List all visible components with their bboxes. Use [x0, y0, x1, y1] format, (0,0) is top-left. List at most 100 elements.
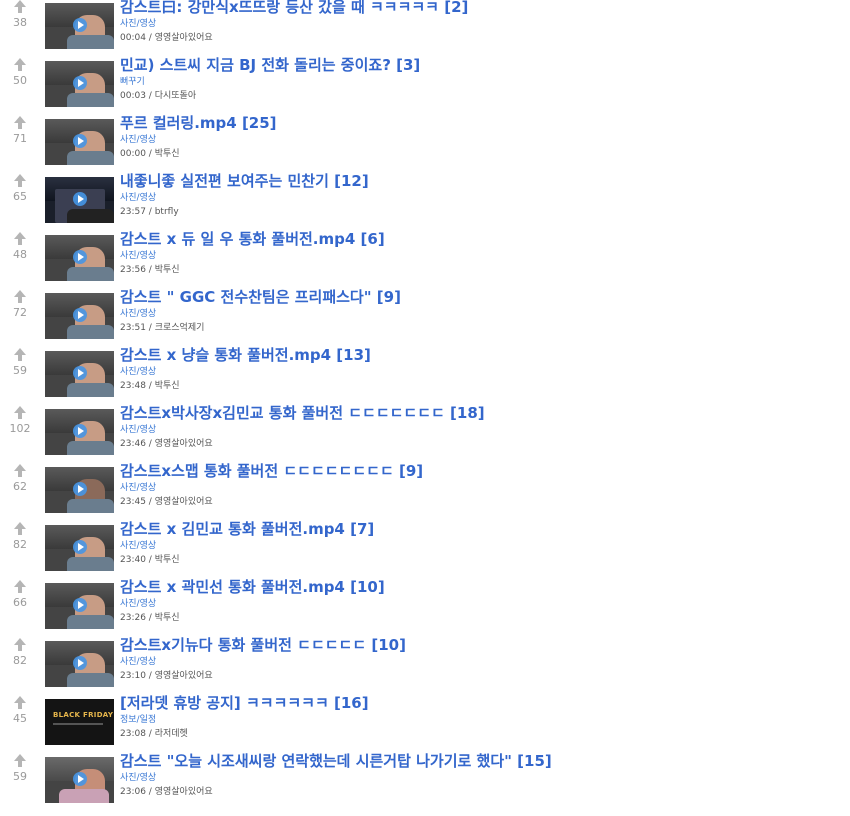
post-thumbnail[interactable]	[45, 61, 114, 107]
play-icon	[73, 192, 87, 206]
vote-box: 65	[8, 174, 32, 203]
list-item: 65 내좋니좋 실전편 보여주는 민찬기 [12] 사진/영상 23:57 / …	[0, 168, 850, 226]
post-thumbnail[interactable]	[45, 177, 114, 223]
post-thumbnail[interactable]	[45, 409, 114, 455]
post-title[interactable]: 감스트x기뉴다 통화 풀버전 ㄷㄷㄷㄷㄷ [10]	[120, 635, 406, 655]
post-title[interactable]: [저라뎃 휴방 공지] ㅋㅋㅋㅋㅋㅋ [16]	[120, 693, 369, 713]
post-author[interactable]: 박투신	[155, 613, 180, 623]
upvote-arrow-icon[interactable]	[8, 580, 32, 593]
upvote-arrow-icon[interactable]	[8, 406, 32, 419]
post-thumbnail[interactable]	[45, 583, 114, 629]
post-thumbnail[interactable]	[45, 757, 114, 803]
post-author[interactable]: 영영살아있어요	[155, 671, 213, 681]
post-author[interactable]: 영영살아있어요	[155, 497, 213, 507]
vote-count: 45	[13, 712, 27, 725]
post-title[interactable]: 감스트 x 김민교 통화 풀버전.mp4 [7]	[120, 519, 374, 539]
post-title[interactable]: 내좋니좋 실전편 보여주는 민찬기 [12]	[120, 171, 369, 191]
post-title[interactable]: 감스트曰: 강만식x뜨뜨랑 등산 갔을 때 ㅋㅋㅋㅋㅋ [2]	[120, 0, 468, 17]
post-time: 23:10	[120, 671, 146, 681]
post-category[interactable]: 사진/영상	[120, 250, 156, 262]
post-category[interactable]: 사진/영상	[120, 656, 156, 668]
post-meta: 23:57 / btrfly	[120, 207, 179, 217]
post-title[interactable]: 감스트 x 냥슬 통화 풀버전.mp4 [13]	[120, 345, 371, 365]
vote-box: 82	[8, 522, 32, 551]
post-category[interactable]: 사진/영상	[120, 598, 156, 610]
upvote-arrow-icon[interactable]	[8, 58, 32, 71]
post-title[interactable]: 감스트 x 듀 일 우 통화 풀버전.mp4 [6]	[120, 229, 385, 249]
post-thumbnail[interactable]	[45, 293, 114, 339]
post-author[interactable]: 영영살아있어요	[155, 33, 213, 43]
list-item: 59 감스트 x 냥슬 통화 풀버전.mp4 [13] 사진/영상 23:48 …	[0, 342, 850, 400]
post-author[interactable]: 라저데헷	[155, 729, 188, 739]
post-category[interactable]: 뻐꾸기	[120, 76, 145, 88]
vote-box: 48	[8, 232, 32, 261]
upvote-arrow-icon[interactable]	[8, 0, 32, 13]
vote-count: 82	[13, 654, 27, 667]
post-thumbnail[interactable]	[45, 641, 114, 687]
upvote-arrow-icon[interactable]	[8, 638, 32, 651]
upvote-arrow-icon[interactable]	[8, 290, 32, 303]
post-title[interactable]: 감스트 x 곽민선 통화 풀버전.mp4 [10]	[120, 577, 385, 597]
upvote-arrow-icon[interactable]	[8, 232, 32, 245]
post-title[interactable]: 푸르 컬러링.mp4 [25]	[120, 113, 277, 133]
post-thumbnail[interactable]	[45, 467, 114, 513]
post-meta: 23:51 / 크로스억제기	[120, 323, 205, 333]
upvote-arrow-icon[interactable]	[8, 348, 32, 361]
post-time: 00:04	[120, 33, 146, 43]
post-time: 00:03	[120, 91, 146, 101]
post-thumbnail[interactable]: BLACK FRIDAY	[45, 699, 114, 745]
post-meta: 23:06 / 영영살아있어요	[120, 787, 213, 797]
post-author[interactable]: 박투신	[155, 149, 180, 159]
post-category[interactable]: 사진/영상	[120, 482, 156, 494]
post-category[interactable]: 사진/영상	[120, 134, 156, 146]
upvote-arrow-icon[interactable]	[8, 464, 32, 477]
post-category[interactable]: 사진/영상	[120, 424, 156, 436]
list-item: 82 감스트x기뉴다 통화 풀버전 ㄷㄷㄷㄷㄷ [10] 사진/영상 23:10…	[0, 632, 850, 690]
post-meta: 23:48 / 박투신	[120, 381, 180, 391]
post-title[interactable]: 민교) 스트씨 지금 BJ 전화 돌리는 중이죠? [3]	[120, 55, 420, 75]
post-author[interactable]: 박투신	[155, 381, 180, 391]
post-author[interactable]: 박투신	[155, 265, 180, 275]
vote-count: 59	[13, 770, 27, 783]
post-thumbnail[interactable]	[45, 525, 114, 571]
post-title[interactable]: 감스트x박사장x김민교 통화 풀버전 ㄷㄷㄷㄷㄷㄷㄷ [18]	[120, 403, 485, 423]
post-category[interactable]: 사진/영상	[120, 308, 156, 320]
post-author[interactable]: 영영살아있어요	[155, 787, 213, 797]
upvote-arrow-icon[interactable]	[8, 522, 32, 535]
post-author[interactable]: btrfly	[155, 207, 179, 217]
post-time: 23:48	[120, 381, 146, 391]
post-thumbnail[interactable]	[45, 235, 114, 281]
post-meta: 00:00 / 박투신	[120, 149, 180, 159]
post-author[interactable]: 박투신	[155, 555, 180, 565]
post-author[interactable]: 다시또돌아	[155, 91, 196, 101]
play-icon	[73, 134, 87, 148]
post-meta: 23:10 / 영영살아있어요	[120, 671, 213, 681]
play-icon	[73, 598, 87, 612]
upvote-arrow-icon[interactable]	[8, 174, 32, 187]
post-thumbnail[interactable]	[45, 351, 114, 397]
post-thumbnail[interactable]	[45, 119, 114, 165]
post-category[interactable]: 사진/영상	[120, 772, 156, 784]
list-item: 82 감스트 x 김민교 통화 풀버전.mp4 [7] 사진/영상 23:40 …	[0, 516, 850, 574]
post-title[interactable]: 감스트x스맵 통화 풀버전 ㄷㄷㄷㄷㄷㄷㄷㄷ [9]	[120, 461, 423, 481]
vote-count: 62	[13, 480, 27, 493]
vote-count: 48	[13, 248, 27, 261]
upvote-arrow-icon[interactable]	[8, 116, 32, 129]
post-category[interactable]: 정보/일정	[120, 714, 156, 726]
upvote-arrow-icon[interactable]	[8, 754, 32, 767]
post-title[interactable]: 감스트 "오늘 시조새씨랑 연락했는데 시른거탑 나가기로 했다" [15]	[120, 751, 552, 771]
post-title[interactable]: 감스트 " GGC 전수찬팀은 프리패스다" [9]	[120, 287, 401, 307]
play-icon	[73, 366, 87, 380]
post-thumbnail[interactable]	[45, 3, 114, 49]
post-category[interactable]: 사진/영상	[120, 18, 156, 30]
vote-box: 71	[8, 116, 32, 145]
post-category[interactable]: 사진/영상	[120, 540, 156, 552]
post-author[interactable]: 크로스억제기	[155, 323, 205, 333]
vote-count: 66	[13, 596, 27, 609]
post-category[interactable]: 사진/영상	[120, 192, 156, 204]
vote-box: 38	[8, 0, 32, 29]
post-author[interactable]: 영영살아있어요	[155, 439, 213, 449]
post-meta: 00:03 / 다시또돌아	[120, 91, 197, 101]
post-category[interactable]: 사진/영상	[120, 366, 156, 378]
upvote-arrow-icon[interactable]	[8, 696, 32, 709]
